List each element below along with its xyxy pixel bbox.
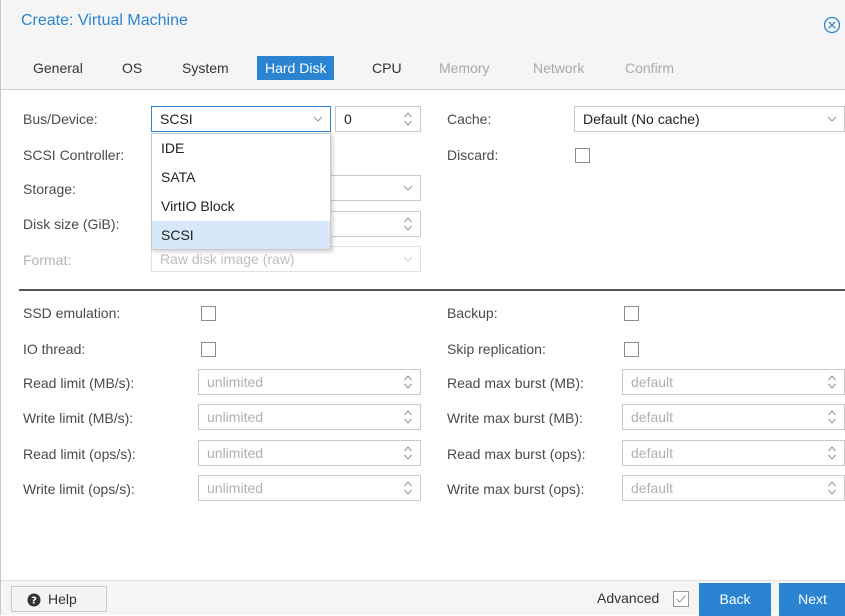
spinner-arrows-icon[interactable]	[826, 479, 838, 497]
read-burst-ops-input[interactable]: default	[622, 440, 845, 466]
chevron-down-icon	[827, 116, 837, 122]
bus-device-label: Bus/Device:	[23, 111, 98, 127]
write-burst-mb-placeholder: default	[631, 409, 674, 425]
window-title: Create: Virtual Machine	[21, 12, 188, 29]
create-vm-window: Create: Virtual Machine General OS Syste…	[0, 0, 845, 616]
svg-text:?: ?	[31, 596, 37, 607]
discard-label: Discard:	[447, 147, 499, 163]
spinner-arrows-icon[interactable]	[402, 373, 414, 391]
write-burst-ops-placeholder: default	[631, 480, 674, 496]
cache-label: Cache:	[447, 111, 492, 127]
spinner-arrows-icon[interactable]	[402, 408, 414, 426]
close-icon[interactable]	[823, 16, 841, 34]
footer-bar: ? Help Advanced Back Next	[1, 580, 845, 616]
question-circle-icon: ?	[27, 593, 41, 607]
bus-select[interactable]: SCSI	[151, 106, 331, 132]
read-burst-ops-label: Read max burst (ops):	[447, 446, 586, 462]
read-burst-mb-label: Read max burst (MB):	[447, 375, 584, 391]
bus-option-sata[interactable]: SATA	[152, 163, 330, 191]
read-burst-mb-input[interactable]: default	[622, 369, 845, 395]
tab-os[interactable]: OS	[114, 56, 150, 80]
write-limit-mbs-label: Write limit (MB/s):	[23, 410, 134, 426]
format-select-value: Raw disk image (raw)	[160, 251, 295, 267]
backup-checkbox[interactable]	[624, 306, 639, 321]
advanced-checkbox[interactable]	[673, 591, 689, 607]
spinner-arrows-icon[interactable]	[826, 373, 838, 391]
bus-option-ide[interactable]: IDE	[152, 134, 330, 162]
tab-cpu[interactable]: CPU	[364, 56, 410, 80]
tab-confirm: Confirm	[625, 60, 675, 76]
io-thread-checkbox[interactable]	[201, 342, 216, 357]
write-limit-ops-label: Write limit (ops/s):	[23, 481, 135, 497]
backup-label: Backup:	[447, 305, 498, 321]
bus-option-scsi[interactable]: SCSI	[152, 221, 330, 249]
storage-label: Storage:	[23, 181, 76, 197]
write-limit-mbs-placeholder: unlimited	[207, 409, 264, 425]
write-limit-ops-placeholder: unlimited	[207, 480, 264, 496]
back-button[interactable]: Back	[699, 583, 771, 616]
tab-network: Network	[533, 60, 585, 76]
read-limit-ops-placeholder: unlimited	[207, 445, 264, 461]
device-number-input[interactable]: 0	[335, 106, 421, 132]
discard-checkbox[interactable]	[575, 148, 590, 163]
advanced-label: Advanced	[597, 590, 660, 606]
spinner-arrows-icon[interactable]	[402, 110, 414, 128]
read-limit-ops-input[interactable]: unlimited	[198, 440, 421, 466]
tab-bar: General OS System Hard Disk CPU Memory N…	[1, 44, 845, 90]
advanced-divider	[19, 289, 845, 291]
spinner-arrows-icon[interactable]	[402, 479, 414, 497]
spinner-arrows-icon[interactable]	[402, 215, 414, 233]
read-limit-mbs-placeholder: unlimited	[207, 374, 264, 390]
write-burst-mb-input[interactable]: default	[622, 404, 845, 430]
write-burst-mb-label: Write max burst (MB):	[447, 410, 583, 426]
scsi-controller-label: SCSI Controller:	[23, 147, 125, 163]
spinner-arrows-icon[interactable]	[826, 444, 838, 462]
read-limit-mbs-input[interactable]: unlimited	[198, 369, 421, 395]
write-burst-ops-label: Write max burst (ops):	[447, 481, 585, 497]
title-bar: Create: Virtual Machine	[1, 0, 845, 44]
ssd-emulation-checkbox[interactable]	[201, 306, 216, 321]
read-limit-ops-label: Read limit (ops/s):	[23, 446, 136, 462]
bus-option-virtio-block[interactable]: VirtIO Block	[152, 192, 330, 220]
tab-hard-disk[interactable]: Hard Disk	[257, 56, 335, 80]
tab-memory: Memory	[439, 60, 490, 76]
chevron-down-icon	[313, 116, 323, 122]
read-limit-mbs-label: Read limit (MB/s):	[23, 375, 135, 391]
read-burst-ops-placeholder: default	[631, 445, 674, 461]
bus-dropdown-list: IDE SATA VirtIO Block SCSI	[151, 133, 331, 250]
write-burst-ops-input[interactable]: default	[622, 475, 845, 501]
help-button[interactable]: ? Help	[11, 586, 107, 612]
read-burst-mb-placeholder: default	[631, 374, 674, 390]
write-limit-ops-input[interactable]: unlimited	[198, 475, 421, 501]
ssd-emulation-label: SSD emulation:	[23, 305, 121, 321]
cache-select[interactable]: Default (No cache)	[574, 106, 845, 132]
skip-replication-checkbox[interactable]	[624, 342, 639, 357]
help-button-label: Help	[48, 591, 77, 607]
spinner-arrows-icon[interactable]	[402, 444, 414, 462]
spinner-arrows-icon[interactable]	[826, 408, 838, 426]
chevron-down-icon	[403, 185, 413, 191]
tab-general[interactable]: General	[25, 56, 91, 80]
cache-select-value: Default (No cache)	[583, 111, 700, 127]
bus-select-value: SCSI	[160, 111, 193, 127]
disk-size-label: Disk size (GiB):	[23, 216, 120, 232]
io-thread-label: IO thread:	[23, 341, 86, 357]
chevron-down-icon	[403, 256, 413, 262]
device-number-value: 0	[344, 111, 352, 127]
write-limit-mbs-input[interactable]: unlimited	[198, 404, 421, 430]
check-icon	[676, 595, 686, 603]
format-label: Format:	[23, 252, 72, 268]
tab-system[interactable]: System	[174, 56, 237, 80]
skip-replication-label: Skip replication:	[447, 341, 546, 357]
next-button[interactable]: Next	[779, 583, 845, 616]
